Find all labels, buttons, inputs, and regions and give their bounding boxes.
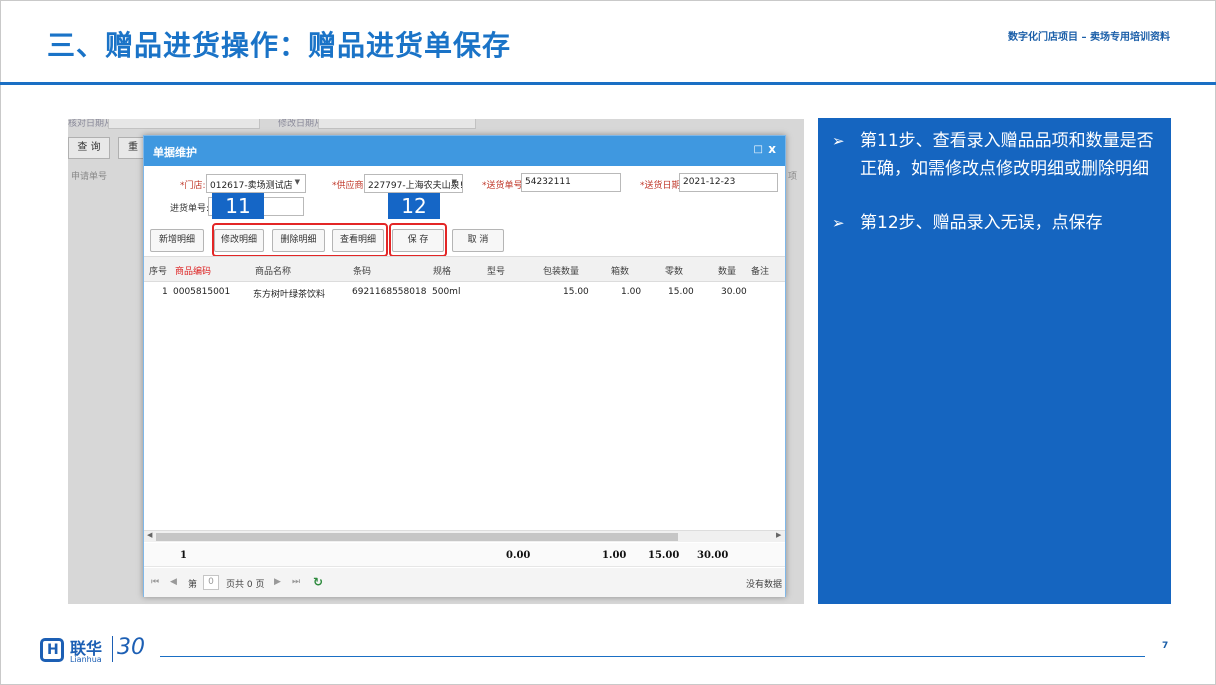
- dialog-title: 单据维护: [153, 146, 197, 159]
- summary-qty-total: 30.00: [697, 550, 729, 561]
- delivery-no-input[interactable]: 54232111: [521, 173, 621, 192]
- row-boxes: 1.00: [621, 287, 642, 297]
- col-loose: 零数: [665, 267, 684, 277]
- col-index: 序号: [149, 267, 168, 277]
- instruction-step-12: ➢ 第12步、赠品录入无误，点保存: [832, 209, 1158, 237]
- col-remark: 备注: [751, 267, 770, 277]
- instruction-step-12-text: 第12步、赠品录入无误，点保存: [860, 213, 1103, 233]
- store-value: 012617-卖场测试店: [210, 181, 293, 191]
- arrow-bullet-icon: ➢: [832, 214, 845, 232]
- footer-divider: [160, 656, 1145, 657]
- bg-field-check-date[interactable]: [108, 119, 260, 129]
- title-divider: [0, 82, 1216, 85]
- close-icon[interactable]: x: [768, 142, 776, 156]
- logo-anniversary: 30: [117, 635, 145, 660]
- col-name: 商品名称: [255, 267, 292, 277]
- instruction-step-11-text: 第11步、查看录入赠品品项和数量是否正确，如需修改点修改明细或删除明细: [860, 131, 1154, 179]
- col-spec: 规格: [433, 267, 452, 277]
- lianhua-logo-icon: H: [40, 638, 64, 662]
- col-boxes: 箱数: [611, 267, 630, 277]
- supplier-select[interactable]: 227797-上海农夫山泉! ▼: [364, 174, 463, 193]
- table-summary-row: 1 0.00 1.00 15.00 30.00: [144, 543, 785, 567]
- maximize-icon[interactable]: □: [754, 144, 763, 155]
- refresh-icon[interactable]: ↻: [313, 575, 323, 589]
- summary-pack-total: 0.00: [506, 550, 531, 561]
- col-code: 商品编码: [175, 267, 212, 277]
- col-model: 型号: [487, 267, 506, 277]
- page-number: 7: [1162, 641, 1169, 651]
- summary-loose-total: 15.00: [648, 550, 680, 561]
- add-detail-button[interactable]: 新增明细: [150, 229, 204, 252]
- col-pack-qty: 包装数量: [543, 267, 580, 277]
- no-data-text: 没有数据: [746, 580, 783, 590]
- slide-subtitle: 数字化门店项目 – 卖场专用培训资料: [1008, 32, 1170, 43]
- row-loose: 15.00: [668, 287, 694, 297]
- logo-en: Lianhua: [70, 655, 102, 664]
- step-12-badge: 12: [388, 193, 440, 219]
- slide-title: 三、赠品进货操作：赠品进货单保存: [47, 29, 512, 62]
- step-11-highlight: [212, 223, 388, 257]
- prev-page-icon[interactable]: ◀: [170, 577, 177, 587]
- bg-column-right: 项: [788, 172, 798, 182]
- chevron-down-icon: ▼: [294, 178, 300, 186]
- row-code: 0005815001: [173, 287, 231, 297]
- page-suffix: 页共 0 页: [226, 580, 265, 590]
- summary-boxes-total: 1.00: [602, 550, 627, 561]
- first-page-icon[interactable]: ⏮: [151, 577, 159, 587]
- bg-field-modify-date[interactable]: [318, 119, 476, 129]
- summary-count: 1: [180, 550, 187, 561]
- row-qty: 30.00: [721, 287, 747, 297]
- row-spec: 500ml: [432, 287, 461, 297]
- bg-column-apply-no: 申请单号: [71, 172, 108, 182]
- dialog-header: 单据维护 □ x: [144, 136, 785, 166]
- page-prefix: 第: [188, 580, 198, 590]
- step-12-highlight: [389, 223, 447, 257]
- pagination-bar: ⏮ ◀ 第 0 页共 0 页 ▶ ⏭ ↻ 没有数据: [144, 568, 785, 597]
- delivery-date-input[interactable]: 2021-12-23: [679, 173, 778, 192]
- store-label: *门店:: [180, 181, 206, 191]
- instruction-panel: ➢ 第11步、查看录入赠品品项和数量是否正确，如需修改点修改明细或删除明细 ➢ …: [818, 118, 1171, 604]
- cancel-button[interactable]: 取 消: [452, 229, 504, 252]
- last-page-icon[interactable]: ⏭: [292, 577, 300, 587]
- scrollbar-thumb[interactable]: [156, 533, 678, 541]
- horizontal-scrollbar[interactable]: ◀ ▶: [144, 530, 785, 542]
- row-barcode: 6921168558018: [352, 287, 427, 297]
- delivery-date-label: *送货日期:: [640, 181, 684, 191]
- purchase-no-label: 进货单号:: [170, 204, 210, 214]
- step-11-badge: 11: [212, 193, 264, 219]
- bg-query-button[interactable]: 查 询: [68, 137, 110, 159]
- col-qty: 数量: [718, 267, 737, 277]
- scroll-right-icon[interactable]: ▶: [776, 531, 781, 539]
- supplier-label: *供应商:: [332, 181, 367, 191]
- chevron-down-icon: ▼: [451, 178, 457, 186]
- row-index: 1: [162, 287, 168, 297]
- row-name: 东方树叶绿茶饮料: [253, 290, 326, 300]
- page-number-input[interactable]: 0: [203, 575, 219, 590]
- document-maintenance-dialog: 单据维护 □ x *门店: 012617-卖场测试店 ▼ *供应商: 22779…: [143, 135, 786, 597]
- next-page-icon[interactable]: ▶: [274, 577, 281, 587]
- arrow-bullet-icon: ➢: [832, 132, 845, 150]
- store-select[interactable]: 012617-卖场测试店 ▼: [206, 174, 306, 193]
- delivery-no-label: *送货单号:: [482, 181, 526, 191]
- scroll-left-icon[interactable]: ◀: [147, 531, 152, 539]
- col-barcode: 条码: [353, 267, 372, 277]
- instruction-step-11: ➢ 第11步、查看录入赠品品项和数量是否正确，如需修改点修改明细或删除明细: [832, 127, 1158, 183]
- logo-divider: [112, 636, 113, 662]
- supplier-value: 227797-上海农夫山泉!: [368, 181, 463, 191]
- detail-table-header: 序号 商品编码 商品名称 条码 规格 型号 包装数量 箱数 零数 数量 备注: [144, 256, 785, 282]
- row-pack-qty: 15.00: [563, 287, 589, 297]
